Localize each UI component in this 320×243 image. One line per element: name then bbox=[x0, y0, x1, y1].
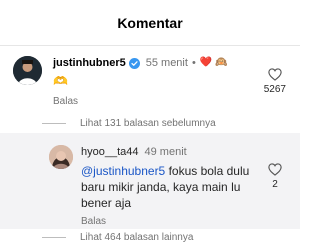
sheet-title: Komentar bbox=[117, 14, 183, 31]
highlighted-reply: hyoo__ta44 49 menit @justinhubner5 fokus… bbox=[0, 133, 300, 229]
divider-line bbox=[42, 237, 66, 238]
view-previous-replies-button[interactable]: Lihat 131 balasan sebelumnya bbox=[42, 118, 216, 129]
comments-sheet: Komentar justinhubner5 55 menit • ❤️ 🙉 🫶… bbox=[0, 0, 300, 243]
like-count: 5267 bbox=[263, 84, 286, 95]
view-replies-label: Lihat 131 balasan sebelumnya bbox=[80, 118, 216, 129]
reply-item: hyoo__ta44 49 menit @justinhubner5 fokus… bbox=[49, 145, 251, 227]
verified-badge-icon bbox=[128, 57, 140, 69]
like-button[interactable]: 5267 bbox=[264, 68, 286, 95]
heart-outline-icon bbox=[268, 68, 282, 81]
reply-meta: hyoo__ta44 49 menit bbox=[81, 145, 251, 159]
divider-line bbox=[42, 123, 66, 124]
avatar[interactable] bbox=[49, 145, 73, 169]
author-reaction-emojis: ❤️ 🙉 bbox=[199, 57, 228, 68]
comment-time: 55 menit bbox=[145, 57, 188, 69]
mention-link[interactable]: @justinhubner5 bbox=[81, 164, 165, 178]
meta-separator: • bbox=[191, 57, 196, 69]
avatar[interactable] bbox=[13, 56, 42, 85]
heart-outline-icon bbox=[268, 163, 282, 176]
view-more-label: Lihat 464 balasan lainnya bbox=[80, 232, 194, 243]
comment-item: justinhubner5 55 menit • ❤️ 🙉 🫶 Balas bbox=[0, 46, 300, 111]
reply-username[interactable]: hyoo__ta44 bbox=[81, 145, 139, 159]
view-more-replies-button[interactable]: Lihat 464 balasan lainnya bbox=[42, 232, 193, 243]
like-button[interactable]: 2 bbox=[268, 163, 282, 190]
avatar-image bbox=[13, 56, 42, 85]
like-count: 2 bbox=[272, 179, 278, 190]
avatar-image bbox=[49, 145, 73, 169]
reply-text-block: @justinhubner5 fokus bola dulu baru miki… bbox=[81, 163, 251, 211]
reply-button[interactable]: Balas bbox=[53, 96, 300, 107]
reply-time: 49 menit bbox=[144, 146, 187, 158]
reply-button[interactable]: Balas bbox=[81, 216, 251, 227]
reply-body: hyoo__ta44 49 menit @justinhubner5 fokus… bbox=[81, 145, 251, 227]
sheet-header: Komentar bbox=[0, 0, 300, 46]
comment-username[interactable]: justinhubner5 bbox=[53, 56, 126, 70]
